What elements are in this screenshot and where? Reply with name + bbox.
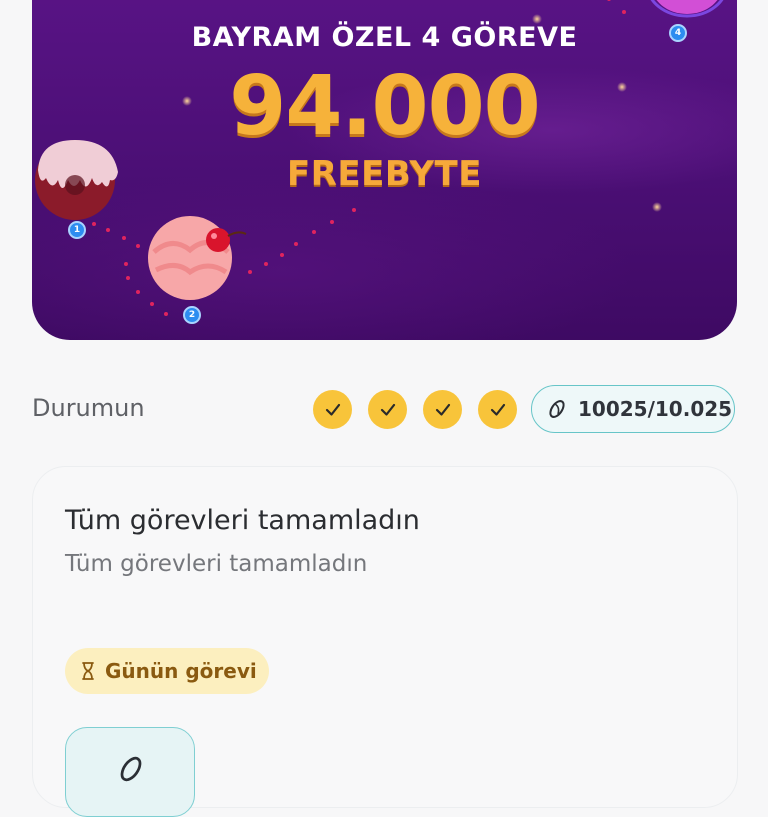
hourglass-icon (82, 662, 94, 680)
coin-icon (120, 756, 142, 782)
banner-headline: BAYRAM ÖZEL 4 GÖREVE (191, 22, 578, 53)
task-check-1 (313, 390, 352, 429)
score-text: 10025/10.025 (578, 397, 733, 421)
check-icon (325, 403, 340, 416)
task-check-2 (368, 390, 407, 429)
promo-banner[interactable]: 1 2 4 BAYRAM ÖZEL 4 GÖREVE 94.000 FREEBY… (32, 0, 737, 340)
score-pill[interactable]: 10025/10.025 (531, 385, 735, 433)
cupcake-planet-icon (148, 216, 247, 300)
card-subtitle: Tüm görevleri tamamladın (65, 551, 368, 577)
card-title: Tüm görevleri tamamladın (65, 505, 420, 536)
planet-marker-2: 2 (183, 306, 201, 324)
task-check-3 (423, 390, 462, 429)
coin-icon (549, 400, 565, 418)
status-label: Durumun (32, 394, 145, 422)
check-icon (435, 403, 450, 416)
banner-amount: 94.000 (229, 59, 540, 154)
planet-4-icon (650, 0, 724, 18)
task-check-4 (478, 390, 517, 429)
check-icon (490, 403, 505, 416)
banner-unit: FREEBYTE (287, 154, 482, 194)
task-card[interactable]: Tüm görevleri tamamladın Tüm görevleri t… (32, 466, 738, 817)
badge-label: Günün görevi (105, 659, 257, 683)
reward-box[interactable] (65, 727, 195, 817)
check-icon (380, 403, 395, 416)
planet-marker-1: 1 (68, 221, 86, 239)
daily-task-badge: Günün görevi (65, 648, 269, 694)
